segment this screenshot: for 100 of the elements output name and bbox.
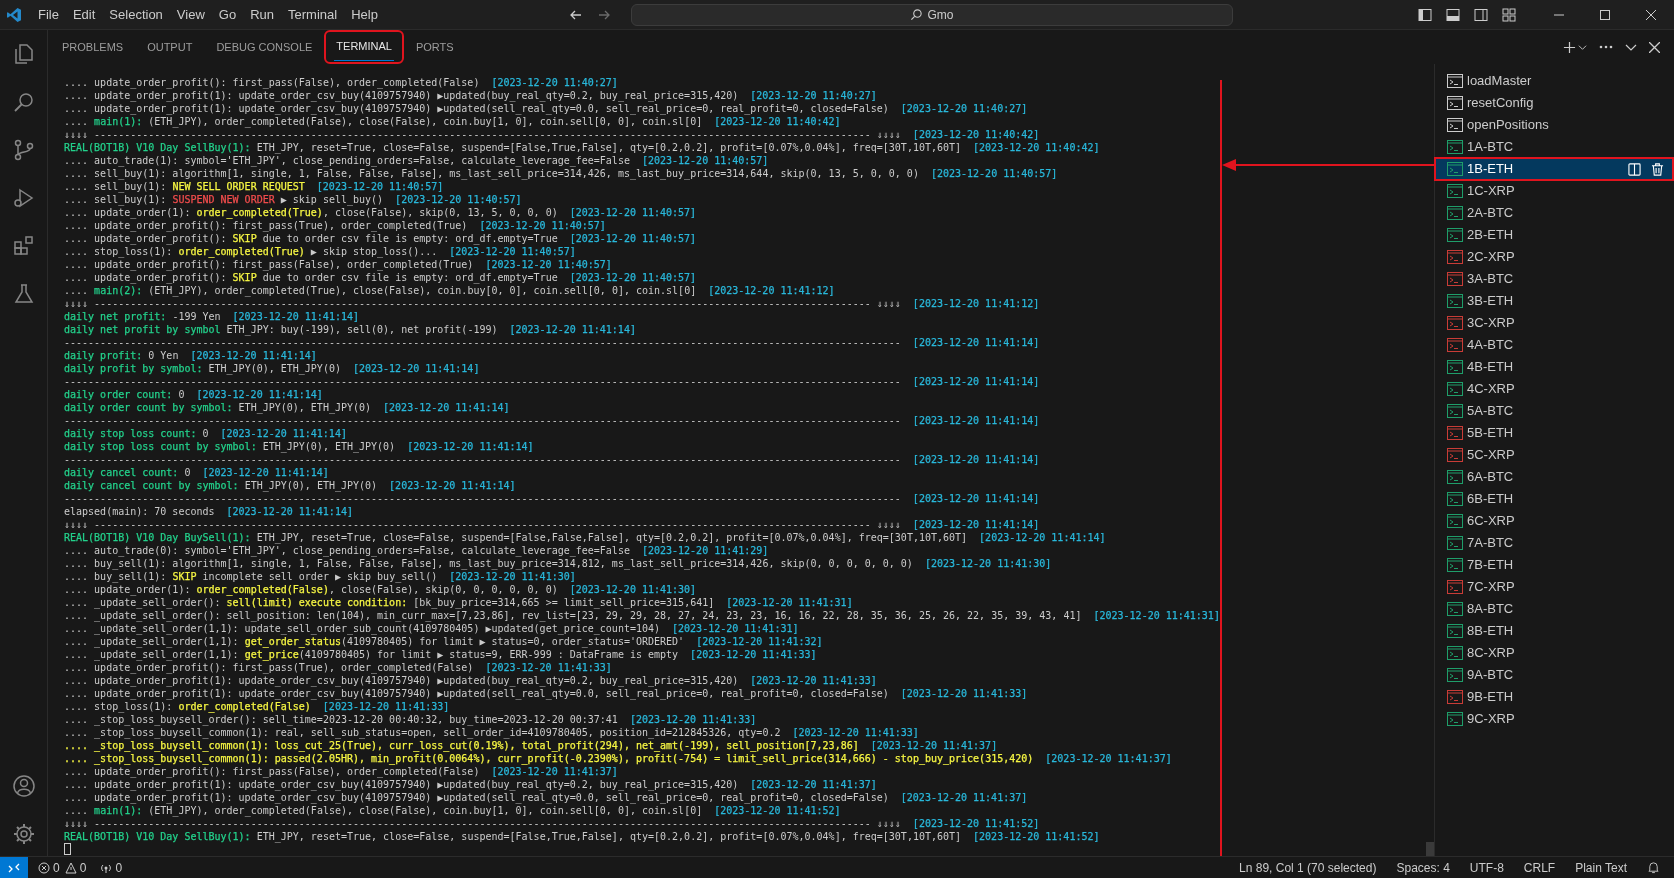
terminal-line: .... update_order_profit(1): update_order_csv_buy(4109757940) ▶updated(buy_real_qty=0.2, buy_real_price=315,420) [2023-12-20 11:41:37] (64, 778, 877, 791)
terminal-line: .... update_order_profit(): first_pass(False), order_completed(False) [2023-12-20 11:41:37] (64, 765, 618, 778)
secondary-sidebar-icon[interactable] (1474, 7, 1488, 22)
terminal-list-item[interactable]: 9C-XRP (1435, 708, 1674, 730)
close-icon[interactable] (1649, 41, 1660, 53)
menu-item[interactable]: Run (244, 4, 280, 25)
terminal-list-item[interactable]: 7B-ETH (1435, 554, 1674, 576)
text-cursor (64, 843, 71, 855)
command-center[interactable]: Gmo (630, 3, 1233, 26)
error-count: 0 (53, 859, 60, 877)
terminal-list-item[interactable]: loadMaster (1435, 70, 1674, 92)
terminal-list-item[interactable]: 1A-BTC (1435, 136, 1674, 158)
terminal-list-item[interactable]: 5C-XRP (1435, 444, 1674, 466)
terminal-list-item[interactable]: 4C-XRP (1435, 378, 1674, 400)
terminal-line: .... update_order_profit(1): update_order_csv_buy(4109757940) ▶updated(buy_real_qty=0.2, buy_real_price=315,420) [2023-12-20 11:41:33] (64, 674, 877, 687)
extensions-icon[interactable] (11, 234, 36, 258)
terminal-list-item[interactable]: 4A-BTC (1435, 334, 1674, 356)
terminal-line: .... _stop_loss_buysell_order(): sell_time=2023-12-20 00:40:32, buy_time=2023-12-20 00:37:41 [2023-12-20 11:41:33] (64, 713, 757, 726)
terminal-line: .... sell_buy(1): SUSPEND NEW ORDER ▶ skip sell_buy() [2023-12-20 11:40:57] (64, 193, 522, 206)
terminal-list-item[interactable]: 6B-ETH (1435, 488, 1674, 510)
terminal-list-item[interactable]: 4B-ETH (1435, 356, 1674, 378)
run-debug-icon[interactable] (11, 186, 36, 210)
ellipsis-icon[interactable] (1599, 45, 1613, 49)
terminal-list-item[interactable]: 2C-XRP (1435, 246, 1674, 268)
trash-icon[interactable] (1651, 162, 1664, 176)
terminal-list-item[interactable]: openPositions (1435, 114, 1674, 136)
close-icon (1646, 9, 1656, 20)
terminal-list-item[interactable]: 1C-XRP (1435, 180, 1674, 202)
menu-item[interactable]: Help (345, 4, 384, 25)
plus-icon[interactable] (1563, 40, 1576, 54)
scrollbar-thumb (1426, 842, 1434, 856)
bell-icon[interactable] (1647, 861, 1660, 874)
terminal-list-item[interactable]: 7C-XRP (1435, 576, 1674, 598)
terminal-line: .... update_order_profit(1): update_order_csv_buy(4109757940) ▶updated(sell_real_qty=0.0, sell_real_price=0, real_profit=0, closed=False) [2023-12-20 11:41:37] (64, 791, 1028, 804)
terminal-line: .... buy_sell(1): SKIP incomplete sell order ▶ skip buy_sell() [2023-12-20 11:41:30] (64, 570, 576, 583)
terminal-list-item[interactable]: 8B-ETH (1435, 620, 1674, 642)
terminal-line: .... main(2): (ETH_JPY), order_completed(True), close(False), coin.buy[0, 0], coin.sell[0, 0], coin.sl[0] [2023-12-20 11:41:12] (64, 284, 835, 297)
terminal-line: daily stop loss count by symbol: ETH_JPY(0), ETH_JPY(0) [2023-12-20 11:41:14] (64, 440, 534, 453)
terminal-list-item[interactable]: 6A-BTC (1435, 466, 1674, 488)
terminal-line: daily net profit by symbol ETH_JPY: buy(-199), sell(0), net profit(-199) [2023-12-20 11:41:14] (64, 323, 636, 336)
caret-icon[interactable] (1578, 42, 1587, 52)
terminal-list-item[interactable]: 7A-BTC (1435, 532, 1674, 554)
warning-count: 0 (79, 859, 87, 877)
account-icon[interactable] (11, 774, 36, 798)
terminal-list-item[interactable]: 9B-ETH (1435, 686, 1674, 708)
terminal-line: .... _update_sell_order(1,1): get_order_status(4109780405) for limit ▶ status=0, order_status='ORDERED' [2023-12-20 11:41:32] (64, 635, 823, 648)
sidebar-layout-icon[interactable] (1418, 7, 1432, 22)
indentation-status[interactable]: Spaces: 4 (1396, 858, 1450, 877)
menu-item[interactable]: Go (212, 4, 243, 25)
panel-tab[interactable]: OUTPUT (145, 32, 195, 62)
terminal-line: ------------------------------------------------------------------------------------------------------------------------------------------- [2023-12-20 11:41:14] (64, 492, 1040, 505)
menu-item[interactable]: File (32, 4, 65, 25)
terminal-list-item[interactable]: 3C-XRP (1435, 312, 1674, 334)
terminal-line: REAL(BOT1B) V10 Day SellBuy(1): ETH_JPY, reset=True, close=False, suspend=[False,True,False], qty=[0.2,0.2], profit=[0.07%,0.04%], freq=[30T,10T,60T] [2023-12-20 11:40:42] (64, 141, 1100, 154)
terminal-list-item[interactable]: 8A-BTC (1435, 598, 1674, 620)
terminal-line: ------------------------------------------------------------------------------------------------------------------------------------------- [2023-12-20 11:41:14] (64, 375, 1040, 388)
menu-item[interactable]: Selection (103, 4, 169, 25)
split-icon[interactable] (1628, 162, 1641, 176)
panel-tab[interactable]: DEBUG CONSOLE (214, 32, 315, 62)
menu-item[interactable]: Edit (66, 4, 102, 25)
panel-tab[interactable]: TERMINAL (334, 33, 394, 61)
terminal-line: daily cancel count by symbol: ETH_JPY(0), ETH_JPY(0) [2023-12-20 11:41:14] (64, 479, 516, 492)
terminal-list-item[interactable]: 3B-ETH (1435, 290, 1674, 312)
terminal-line: .... buy_sell(1): algorithm[1, single, 1, False, False, False], ms_last_buy_price=314,812, ms_last_sell_price=314,426, skip(0, 0, 0, 0, 0, 0) [2023-12-20 11:41:30] (64, 557, 1052, 570)
settings-icon[interactable] (11, 822, 36, 846)
terminal-line: .... update_order_profit(1): update_order_csv_buy(4109757940) ▶updated(sell_real_qty=0.0, sell_real_price=0, real_profit=0, closed=False) [2023-12-20 11:41:33] (64, 687, 1028, 700)
terminal-list-item[interactable]: 2A-BTC (1435, 202, 1674, 224)
terminal-line: .... update_order_profit(): SKIP due to order csv file is empty: ord_df.empty=True [2023-12-20 11:40:57] (64, 271, 697, 284)
app-logo-icon (6, 6, 22, 23)
panel-tab[interactable]: PORTS (413, 32, 456, 62)
problems-status[interactable]: 0 0 (38, 858, 87, 877)
panel-layout-icon[interactable] (1446, 7, 1460, 22)
terminal-list-item[interactable]: 5A-BTC (1435, 400, 1674, 422)
terminal-line: .... _update_sell_order(1,1): get_price(4109780405) for limit ▶ status=9, ERR-999 : DataFrame is empty [2023-12-20 11:41:33] (64, 648, 817, 661)
terminal-line: .... auto_trade(1): symbol='ETH_JPY', close_pending_orders=False, calculate_leverage_fee=False [2023-12-20 11:40:57] (64, 154, 769, 167)
terminal-line: .... _update_sell_order(): sell(limit) execute condition: [bk_buy_price=314,665 >= limit_sell_price=315,641] [2023-12-20 11:41:31] (64, 596, 853, 609)
menu-item[interactable]: View (170, 4, 211, 25)
terminal-list-item[interactable]: 5B-ETH (1435, 422, 1674, 444)
line-ending-status[interactable]: CRLF (1523, 858, 1556, 877)
ports-status[interactable]: 0 (100, 858, 123, 877)
terminal-line: daily net profit: -199 Yen [2023-12-20 11:41:14] (64, 310, 359, 323)
encoding-status[interactable]: UTF-8 (1469, 858, 1504, 877)
remote-button[interactable] (0, 857, 28, 878)
terminal-line: .... sell_buy(1): NEW SELL ORDER REQUEST [2023-12-20 11:40:57] (64, 180, 444, 193)
terminal-list-item[interactable]: 2B-ETH (1435, 224, 1674, 246)
customize-layout-icon[interactable] (1502, 7, 1516, 22)
cursor-position[interactable]: Ln 89, Col 1 (70 selected) (1239, 858, 1377, 877)
terminal-line: .... update_order_profit(1): update_order_csv_buy(4109757940) ▶updated(sell_real_qty=0.0, sell_real_price=0, real_profit=0, closed=False) [2023-12-20 11:40:27] (64, 102, 1028, 115)
terminal-line: .... _stop_loss_buysell_common(1): loss_cut_25(True), curr_loss_cut(0.19%), total_profit(294), net_amt(-199), sell_position[7,23,86] [2023-12-20 11:41:37] (64, 739, 998, 752)
menu-item[interactable]: Terminal (282, 4, 344, 25)
terminal-list-item[interactable]: 1B-ETH (1435, 158, 1674, 180)
terminal-list-item[interactable]: 6C-XRP (1435, 510, 1674, 532)
language-mode[interactable]: Plain Text (1575, 858, 1627, 877)
terminal-line: .... main(1): (ETH_JPY), order_completed(False), close(False), coin.buy[1, 0], coin.sell[0, 0], coin.sl[0] [2023-12-20 11:41:52] (64, 804, 841, 817)
terminal-list-item[interactable]: 3A-BTC (1435, 268, 1674, 290)
terminal-list-item[interactable]: resetConfig (1435, 92, 1674, 114)
terminal-list-item[interactable]: 9A-BTC (1435, 664, 1674, 686)
terminal-list-item[interactable]: 8C-XRP (1435, 642, 1674, 664)
panel-tab[interactable]: PROBLEMS (60, 32, 126, 62)
terminal-line: .... _update_sell_order(): sell_position: len(104), min_curr_max=[7,23,86], rev_list=[23, 29, 29, 28, 27, 24, 23, 23, 16, 16, 22, 28, 35, 36, 25, 26, 22, 35, 39, 43, 41] [2023-12-20 11:41:31] (64, 609, 1220, 622)
